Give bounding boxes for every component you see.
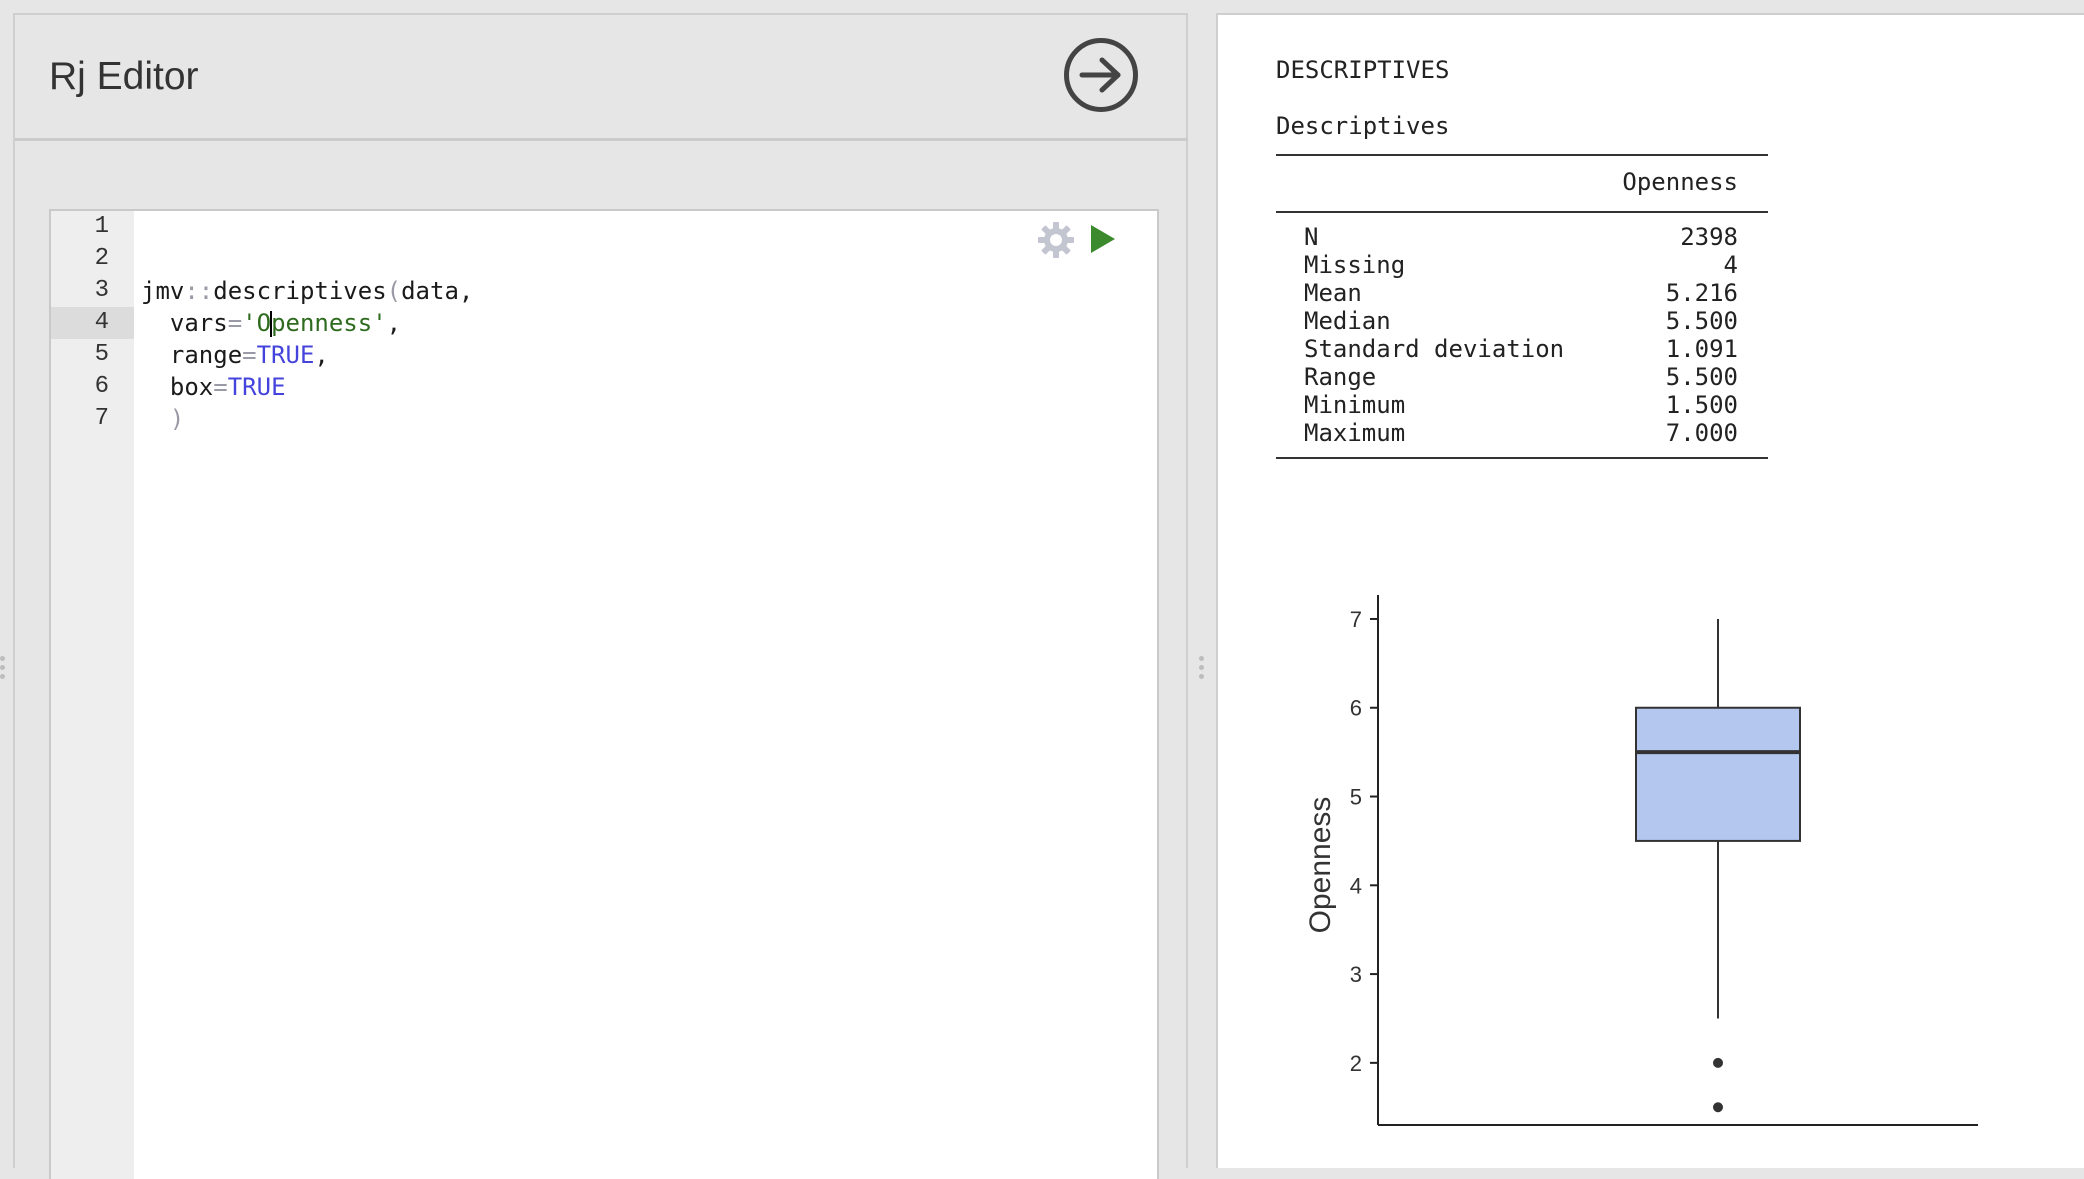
- line-number: 3: [94, 277, 109, 304]
- gear-icon[interactable]: [1036, 220, 1076, 260]
- code-token: ,: [314, 341, 329, 369]
- y-tick-label: 3: [1350, 962, 1362, 987]
- row-value: 7.000: [1665, 419, 1738, 447]
- table-body: N 2398 Missing 4 Mean 5.216 Median 5.500 Sta…: [1276, 213, 1768, 457]
- table-row: Range 5.500: [1276, 363, 1768, 391]
- line-number: 1: [94, 213, 109, 240]
- code-line-5[interactable]: range=TRUE,: [141, 339, 329, 371]
- code-token: ,: [386, 309, 402, 337]
- splitter-handle[interactable]: [1199, 656, 1205, 684]
- outlier-point: [1713, 1102, 1723, 1113]
- code-token: ): [169, 405, 185, 433]
- table-row: Mean 5.216: [1276, 279, 1768, 307]
- code-token: =: [213, 373, 228, 401]
- code-token: =: [242, 341, 257, 369]
- row-value: 5.500: [1665, 307, 1738, 335]
- row-label: Minimum: [1304, 391, 1406, 419]
- table-row: N 2398: [1276, 223, 1768, 251]
- descriptives-table: Openness N 2398 Missing 4 Mean 5.216 Median…: [1276, 154, 1768, 459]
- arrow-right-icon: [1079, 57, 1121, 93]
- table-row: Standard deviation 1.091: [1276, 335, 1768, 363]
- code-token: penness': [271, 309, 387, 337]
- row-value: 2398: [1680, 223, 1738, 251]
- code-token: ::: [184, 277, 214, 305]
- code-token: ,: [458, 277, 474, 305]
- code-token: range: [169, 341, 243, 369]
- arrow-right-circle-icon[interactable]: [1064, 38, 1138, 112]
- results-heading: DESCRIPTIVES: [1276, 56, 1450, 84]
- openness-boxplot: 2 3 4 5 6 7 Openness: [1304, 595, 1978, 1126]
- code-token: (: [386, 277, 402, 305]
- code-line-4[interactable]: vars='Openness',: [141, 307, 401, 339]
- code-token: TRUE: [256, 341, 315, 369]
- y-tick-label: 5: [1350, 785, 1362, 810]
- outlier-point: [1713, 1057, 1723, 1068]
- row-label: N: [1304, 223, 1319, 251]
- code-token: =: [227, 309, 243, 337]
- y-tick-label: 7: [1350, 607, 1362, 632]
- row-label: Missing: [1304, 251, 1406, 279]
- splitter-handle[interactable]: [0, 656, 6, 684]
- results-panel: DESCRIPTIVES Descriptives Openness N 2398…: [1216, 13, 2084, 1168]
- table-row: Maximum 7.000: [1276, 419, 1768, 447]
- row-label: Maximum: [1304, 419, 1406, 447]
- y-tick-label: 6: [1350, 696, 1362, 721]
- code-token: TRUE: [227, 373, 286, 401]
- table-row: Missing 4: [1276, 251, 1768, 279]
- row-value: 1.091: [1665, 335, 1738, 363]
- line-number: 6: [94, 373, 109, 400]
- code-line-3[interactable]: jmv::descriptives(data,: [141, 275, 473, 307]
- y-axis-label: Openness: [1304, 797, 1337, 934]
- iqr-box: [1635, 706, 1801, 842]
- code-line-6[interactable]: box=TRUE: [141, 371, 286, 403]
- row-label: Range: [1304, 363, 1377, 391]
- code-editor[interactable]: 1 2 3 4 5 6 7 jmv::descriptives(data, va…: [49, 209, 1159, 1179]
- code-token: 'O: [242, 309, 272, 337]
- line-number: 5: [94, 341, 109, 368]
- code-token: box: [169, 373, 214, 401]
- line-number: 2: [94, 245, 109, 272]
- column-header: Openness: [1622, 168, 1738, 196]
- row-value: 5.500: [1665, 363, 1738, 391]
- gear-icon-svg: [1038, 222, 1074, 258]
- row-value: 4: [1723, 251, 1738, 279]
- line-number-gutter: 1 2 3 4 5 6 7: [51, 211, 134, 1179]
- line-number: 7: [94, 405, 109, 432]
- code-token: descriptives: [213, 277, 387, 305]
- play-icon-svg: [1091, 225, 1115, 253]
- code-token: jmv: [141, 277, 185, 305]
- y-tick-label: 4: [1350, 873, 1362, 898]
- play-icon[interactable]: [1088, 222, 1118, 256]
- y-tick-label: 2: [1350, 1051, 1362, 1076]
- editor-header: Rj Editor: [15, 15, 1188, 141]
- row-value: 5.216: [1665, 279, 1738, 307]
- code-line-7[interactable]: ): [141, 403, 184, 435]
- table-title: Descriptives: [1276, 112, 1450, 140]
- row-value: 1.500: [1665, 391, 1738, 419]
- code-token: data: [401, 277, 459, 305]
- row-label: Median: [1304, 307, 1391, 335]
- table-row: Median 5.500: [1276, 307, 1768, 335]
- table-row: Minimum 1.500: [1276, 391, 1768, 419]
- editor-title: Rj Editor: [49, 55, 199, 98]
- row-label: Mean: [1304, 279, 1362, 307]
- table-header: Openness: [1276, 156, 1768, 213]
- line-number: 4: [94, 309, 109, 336]
- editor-panel: Rj Editor 1 2 3 4 5 6 7 jmv::descriptive…: [13, 13, 1188, 1179]
- row-label: Standard deviation: [1304, 335, 1565, 363]
- code-token: vars: [169, 309, 228, 337]
